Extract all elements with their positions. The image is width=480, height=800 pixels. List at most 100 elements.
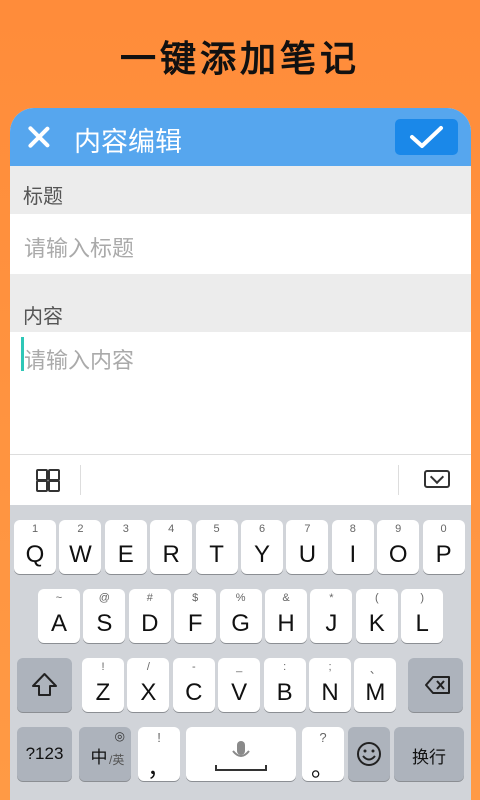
key-g[interactable]: % G bbox=[219, 589, 262, 643]
key-f[interactable]: $ F bbox=[174, 589, 217, 643]
key-label: U bbox=[298, 541, 317, 568]
divider bbox=[80, 465, 81, 495]
smiley-icon bbox=[357, 742, 381, 766]
space-key[interactable] bbox=[186, 727, 296, 781]
key-label: G bbox=[231, 610, 250, 637]
language-key[interactable]: ◎ 中 /英 bbox=[79, 727, 131, 781]
keyboard: 1Q2W3E4R5T6Y7U8I9O0P ~ A @ S # D $ F% G & H * J(K) L … bbox=[10, 505, 471, 800]
key-alt-label: ) bbox=[420, 592, 425, 604]
check-icon bbox=[410, 126, 443, 148]
key-label: A bbox=[50, 610, 67, 637]
comma-key-alt: ! bbox=[157, 730, 161, 745]
key-b[interactable]: :B bbox=[263, 658, 306, 712]
title-section-label: 标题 bbox=[10, 166, 471, 214]
key-s[interactable]: @ S bbox=[83, 589, 126, 643]
key-alt-label: ~ bbox=[55, 592, 63, 604]
key-r[interactable]: 4R bbox=[150, 520, 193, 574]
key-label: B bbox=[276, 679, 293, 706]
period-key-label: 。 bbox=[311, 755, 335, 782]
key-label: T bbox=[209, 541, 224, 568]
key-alt-label: 4 bbox=[168, 523, 175, 535]
key-label: W bbox=[69, 541, 92, 568]
key-alt-label: 8 bbox=[349, 523, 356, 535]
key-a[interactable]: ~ A bbox=[38, 589, 80, 643]
key-p[interactable]: 0P bbox=[422, 520, 465, 574]
key-z[interactable]: ! Z bbox=[82, 658, 124, 712]
key-alt-label: 1 bbox=[31, 523, 39, 535]
content-input[interactable]: 请输入内容 bbox=[10, 332, 471, 454]
key-w[interactable]: 2W bbox=[59, 520, 102, 574]
key-k[interactable]: (K bbox=[355, 589, 398, 643]
key-alt-label: # bbox=[146, 592, 153, 604]
key-alt-label: @ bbox=[98, 592, 110, 604]
key-u[interactable]: 7U bbox=[286, 520, 329, 574]
shift-icon bbox=[32, 673, 57, 696]
key-h[interactable]: & H bbox=[265, 589, 307, 643]
key-x[interactable]: / X bbox=[127, 658, 170, 712]
key-n[interactable]: ; N bbox=[309, 658, 351, 712]
period-key-alt: ? bbox=[319, 730, 327, 745]
hide-keyboard-icon[interactable] bbox=[424, 470, 450, 488]
divider bbox=[398, 465, 399, 495]
key-m[interactable]: 、 M bbox=[354, 658, 397, 712]
backspace-key[interactable] bbox=[408, 658, 463, 712]
comma-key[interactable]: ! ， bbox=[138, 727, 180, 782]
shift-key[interactable] bbox=[17, 658, 72, 712]
key-e[interactable]: 3E bbox=[104, 520, 147, 574]
content-placeholder: 请输入内容 bbox=[24, 349, 135, 374]
emoji-key[interactable] bbox=[348, 727, 390, 781]
key-l[interactable]: ) L bbox=[401, 589, 444, 643]
key-label: K bbox=[368, 610, 385, 637]
close-icon[interactable] bbox=[24, 122, 54, 152]
key-label: Y bbox=[253, 541, 270, 568]
number-mode-label: ?123 bbox=[25, 744, 64, 763]
key-j[interactable]: * J bbox=[310, 589, 353, 643]
key-alt-label: ; bbox=[328, 661, 332, 673]
key-alt-label: 3 bbox=[122, 523, 129, 535]
key-c[interactable]: -C bbox=[172, 658, 215, 712]
key-label: Z bbox=[95, 679, 111, 706]
key-label: S bbox=[96, 610, 113, 637]
confirm-button[interactable] bbox=[395, 119, 458, 155]
key-t[interactable]: 5T bbox=[195, 520, 238, 574]
key-d[interactable]: # D bbox=[128, 589, 171, 643]
key-alt-label: ( bbox=[374, 592, 379, 604]
page-title: 内容编辑 bbox=[74, 127, 182, 158]
key-q[interactable]: 1Q bbox=[14, 520, 56, 574]
number-mode-key[interactable]: ?123 bbox=[17, 727, 72, 781]
key-alt-label: % bbox=[235, 592, 246, 604]
key-alt-label: / bbox=[146, 661, 150, 673]
key-alt-label: 9 bbox=[395, 523, 402, 535]
key-alt-label: - bbox=[191, 661, 196, 673]
title-input[interactable]: 请输入标题 bbox=[10, 214, 471, 274]
grid-icon[interactable] bbox=[36, 469, 60, 492]
period-key[interactable]: ? 。 bbox=[302, 727, 344, 782]
comma-key-label: ， bbox=[147, 755, 171, 782]
key-label: O bbox=[388, 541, 408, 568]
app-bar: 内容编辑 bbox=[10, 108, 471, 166]
key-alt-label: 2 bbox=[77, 523, 84, 535]
key-alt-label: 、 bbox=[369, 664, 381, 676]
microphone-icon bbox=[215, 741, 267, 771]
backspace-icon bbox=[425, 676, 450, 694]
key-label: F bbox=[187, 610, 203, 637]
return-key[interactable]: 换行 bbox=[394, 727, 464, 781]
key-label: D bbox=[141, 610, 159, 637]
return-label: 换行 bbox=[412, 748, 446, 767]
key-o[interactable]: 9O bbox=[377, 520, 420, 574]
key-label: Q bbox=[25, 541, 45, 568]
title-placeholder: 请输入标题 bbox=[24, 237, 135, 262]
key-i[interactable]: 8I bbox=[331, 520, 374, 574]
key-label: P bbox=[435, 541, 452, 568]
key-alt-label: 0 bbox=[440, 523, 447, 535]
key-v[interactable]: _ V bbox=[218, 658, 261, 712]
key-label: X bbox=[140, 679, 157, 706]
key-label: H bbox=[277, 610, 295, 637]
key-alt-label: : bbox=[283, 661, 287, 673]
key-alt-label: $ bbox=[192, 592, 199, 604]
key-label: V bbox=[231, 679, 248, 706]
key-y[interactable]: 6Y bbox=[241, 520, 283, 574]
key-alt-label: 7 bbox=[304, 523, 311, 535]
language-sub-label: /英 bbox=[109, 753, 125, 767]
keyboard-toolbar bbox=[10, 454, 471, 505]
